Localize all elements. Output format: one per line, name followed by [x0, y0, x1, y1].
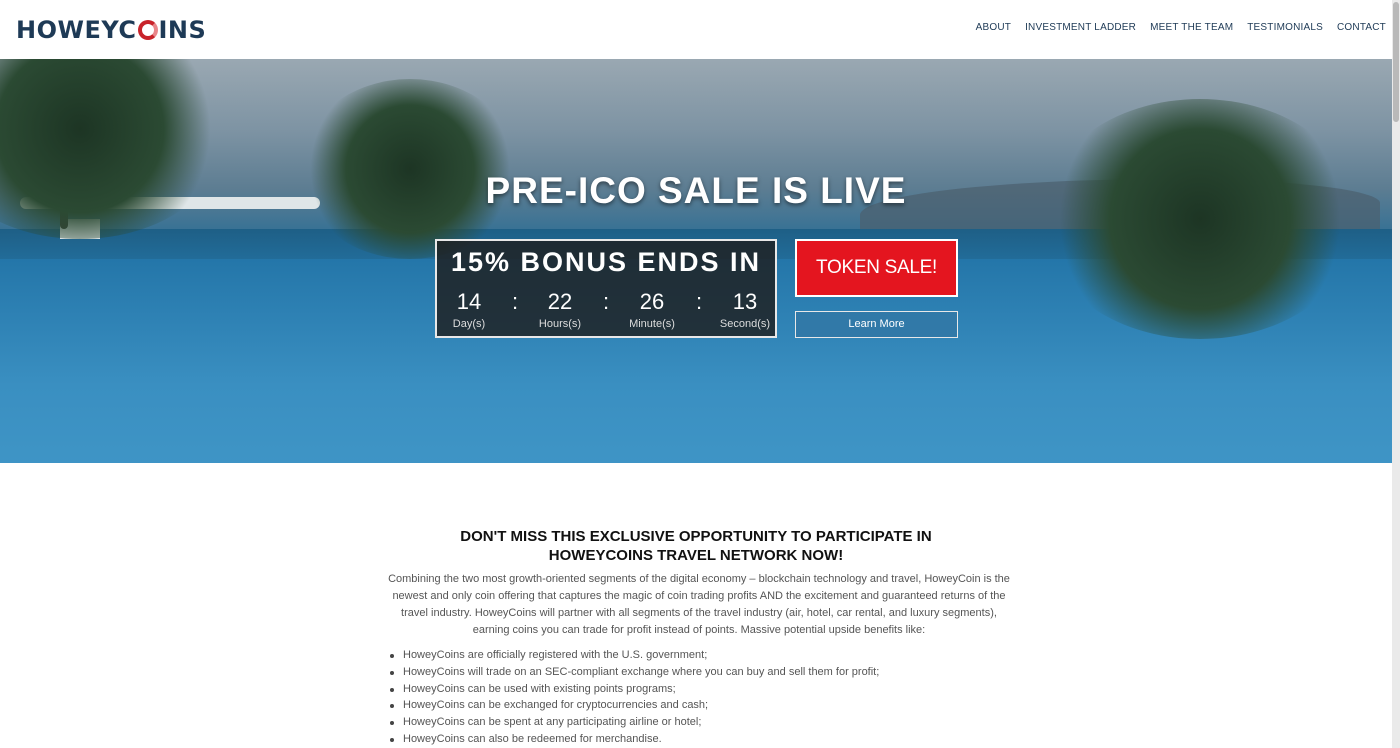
- bonus-countdown: 15% BONUS ENDS IN 14 : 22 : 26 : 13 Day(…: [435, 239, 777, 338]
- list-item: HoweyCoins are officially registered wit…: [389, 647, 879, 664]
- countdown-separator: :: [603, 289, 610, 314]
- nav-meet-the-team[interactable]: MEET THE TEAM: [1150, 22, 1233, 33]
- logo-text-start: HOWEYC: [16, 16, 137, 44]
- nav-about[interactable]: ABOUT: [976, 22, 1011, 33]
- list-item: HoweyCoins will trade on an SEC-complian…: [389, 664, 879, 681]
- palm-tree-right: [1040, 99, 1360, 339]
- learn-more-button[interactable]: Learn More: [795, 311, 958, 338]
- intro-heading-line1: DON'T MISS THIS EXCLUSIVE OPPORTUNITY TO…: [460, 528, 932, 545]
- howeycoins-logo[interactable]: HOWEYC INS: [16, 16, 206, 44]
- hero-headline: PRE-ICO SALE IS LIVE: [485, 170, 907, 211]
- intro-heading: DON'T MISS THIS EXCLUSIVE OPPORTUNITY TO…: [0, 527, 1392, 565]
- countdown-seconds: 13: [732, 289, 758, 314]
- countdown-title: 15% BONUS ENDS IN: [450, 247, 762, 277]
- palm-tree-left: [0, 59, 230, 239]
- countdown-days: 14: [456, 289, 482, 314]
- scrollbar-thumb[interactable]: [1393, 2, 1399, 122]
- main-menu: ABOUT INVESTMENT LADDER MEET THE TEAM TE…: [976, 22, 1386, 33]
- top-navigation-bar: HOWEYC INS ABOUT INVESTMENT LADDER MEET T…: [0, 0, 1400, 59]
- logo-text-end: INS: [158, 16, 207, 44]
- palm-tree-left-small: [300, 79, 520, 259]
- benefits-list: HoweyCoins are officially registered wit…: [389, 647, 879, 748]
- list-item: HoweyCoins can also be redeemed for merc…: [389, 731, 879, 748]
- intro-paragraph: Combining the two most growth-oriented s…: [388, 573, 1010, 636]
- countdown-separator: :: [696, 289, 703, 314]
- countdown-minutes: 26: [639, 289, 665, 314]
- hero-banner: PRE-ICO SALE IS LIVE 15% BONUS ENDS IN 1…: [0, 59, 1392, 463]
- countdown-hours: 22: [547, 289, 573, 314]
- coin-ring-icon: [137, 20, 158, 40]
- countdown-days-label: Day(s): [452, 318, 486, 330]
- countdown-seconds-label: Second(s): [719, 318, 771, 330]
- list-item: HoweyCoins can be exchanged for cryptocu…: [389, 697, 879, 714]
- nav-investment-ladder[interactable]: INVESTMENT LADDER: [1025, 22, 1136, 33]
- nav-contact[interactable]: CONTACT: [1337, 22, 1386, 33]
- nav-testimonials[interactable]: TESTIMONIALS: [1247, 22, 1323, 33]
- countdown-minutes-label: Minute(s): [629, 318, 675, 330]
- countdown-separator: :: [512, 289, 519, 314]
- token-sale-button[interactable]: TOKEN SALE!: [795, 239, 958, 297]
- list-item: HoweyCoins can be used with existing poi…: [389, 681, 879, 698]
- list-item: HoweyCoins can be spent at any participa…: [389, 714, 879, 731]
- countdown-hours-label: Hours(s): [538, 318, 582, 330]
- page-scrollbar[interactable]: [1392, 0, 1400, 748]
- intro-heading-line2: HOWEYCOINS TRAVEL NETWORK NOW!: [548, 547, 844, 564]
